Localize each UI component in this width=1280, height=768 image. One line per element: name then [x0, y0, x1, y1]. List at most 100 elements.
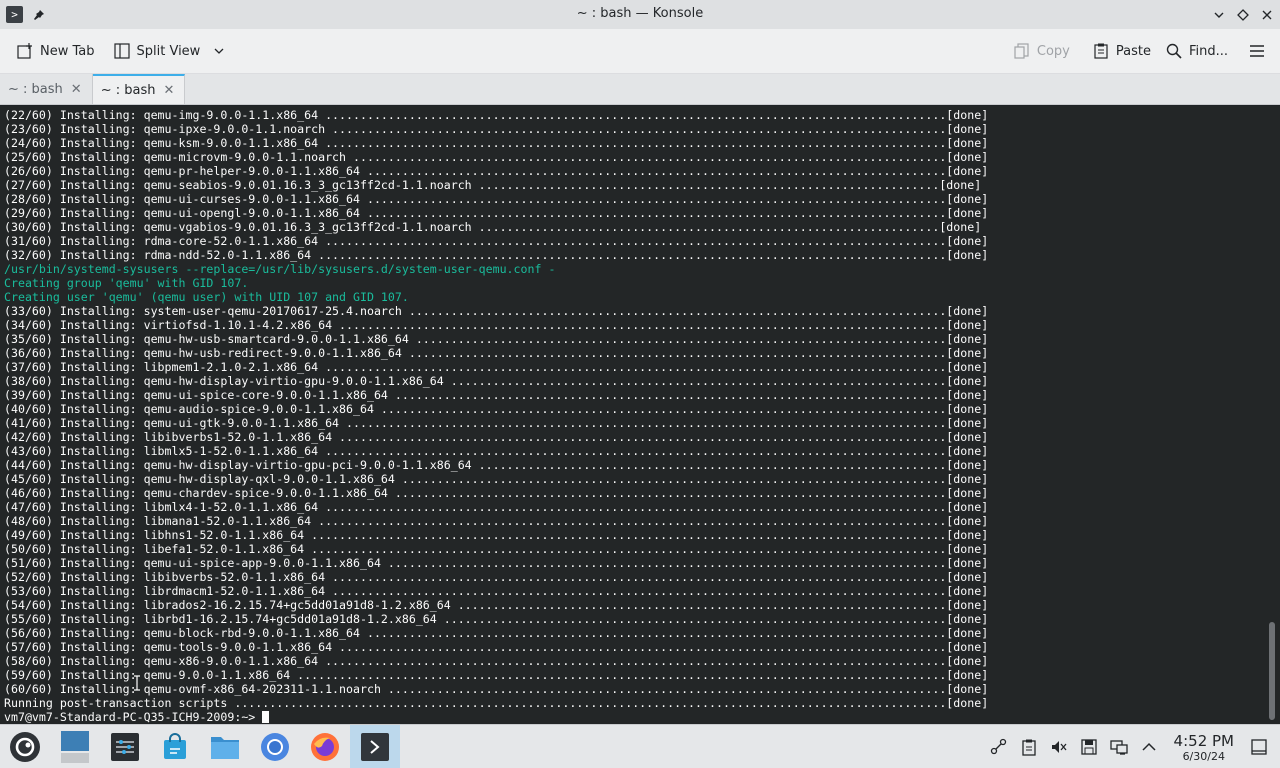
split-view-icon	[113, 43, 130, 59]
minimize-icon[interactable]	[1210, 6, 1228, 24]
copy-button[interactable]: Copy	[1007, 35, 1076, 67]
terminal-line: (50/60) Installing: libefa1-52.0-1.1.x86…	[4, 542, 989, 556]
close-tab-icon[interactable]: ✕	[163, 83, 174, 98]
terminal-line: (33/60) Installing: system-user-qemu-201…	[4, 304, 989, 318]
volume-muted-icon[interactable]	[1048, 736, 1070, 758]
terminal-line: (44/60) Installing: qemu-hw-display-virt…	[4, 458, 989, 472]
terminal-scrollbar[interactable]	[1264, 106, 1278, 724]
terminal-line: (59/60) Installing: qemu-9.0.0-1.1.x86_6…	[4, 668, 989, 682]
window-controls	[1210, 0, 1276, 29]
close-tab-icon[interactable]: ✕	[71, 82, 82, 97]
digital-clock[interactable]: 4:52 PM 6/30/24	[1174, 732, 1234, 763]
terminal-line: (48/60) Installing: libmana1-52.0-1.1.x8…	[4, 514, 989, 528]
network-wired-icon[interactable]	[1108, 736, 1130, 758]
close-icon[interactable]	[1258, 6, 1276, 24]
konsole-app-icon[interactable]: >	[6, 6, 23, 23]
firefox-browser-task[interactable]	[300, 725, 350, 768]
split-view-label: Split View	[136, 43, 201, 59]
new-tab-icon	[17, 43, 32, 59]
terminal-output: (22/60) Installing: qemu-img-9.0.0-1.1.x…	[4, 108, 988, 724]
tab-bash-2[interactable]: ~ : bash ✕	[92, 74, 186, 104]
terminal-line: (43/60) Installing: libmlx5-1-52.0-1.1.x…	[4, 444, 989, 458]
terminal-line: Creating user 'qemu' (qemu user) with UI…	[4, 290, 409, 304]
terminal-line: (52/60) Installing: libibverbs-52.0-1.1.…	[4, 570, 989, 584]
system-settings-task[interactable]	[100, 725, 150, 768]
terminal-line: (40/60) Installing: qemu-audio-spice-9.0…	[4, 402, 989, 416]
terminal-icon	[361, 732, 389, 761]
terminal-line: (60/60) Installing: qemu-ovmf-x86_64-202…	[4, 682, 989, 696]
terminal-line: (32/60) Installing: rdma-ndd-52.0-1.1.x8…	[4, 248, 989, 262]
shell-prompt: vm7@vm7-Standard-PC-Q35-ICH9-2009:~>	[4, 710, 263, 724]
new-tab-label: New Tab	[40, 43, 95, 59]
new-tab-button[interactable]: New Tab	[10, 35, 101, 67]
terminal-line: (24/60) Installing: qemu-ksm-9.0.0-1.1.x…	[4, 136, 989, 150]
terminal-prompt-line[interactable]: vm7@vm7-Standard-PC-Q35-ICH9-2009:~>	[4, 710, 988, 724]
find-label: Find...	[1188, 43, 1228, 59]
split-view-button[interactable]: Split View	[107, 35, 233, 67]
toolbar: New Tab Split View Copy Paste Find...	[0, 29, 1280, 74]
hamburger-menu-button[interactable]	[1242, 35, 1272, 67]
system-tray: 4:52 PM 6/30/24	[988, 725, 1280, 768]
chevron-up-icon[interactable]	[1138, 736, 1160, 758]
show-desktop-task[interactable]	[50, 725, 100, 768]
application-launcher[interactable]	[0, 725, 50, 768]
terminal-line: (49/60) Installing: libhns1-52.0-1.1.x86…	[4, 528, 989, 542]
maximize-icon[interactable]	[1234, 6, 1252, 24]
paste-label: Paste	[1115, 43, 1151, 59]
terminal-line: Running post-transaction scripts .......…	[4, 696, 989, 710]
terminal-line: (31/60) Installing: rdma-core-52.0-1.1.x…	[4, 234, 989, 248]
terminal-cursor	[262, 711, 270, 723]
desktop-icon	[61, 730, 89, 763]
tab-bar: ~ : bash ✕ ~ : bash ✕	[0, 74, 1280, 105]
konsole-task[interactable]	[350, 724, 400, 768]
paste-button[interactable]: Paste	[1086, 35, 1157, 67]
terminal-view[interactable]: (22/60) Installing: qemu-img-9.0.0-1.1.x…	[0, 106, 1280, 724]
clipboard-icon[interactable]	[1018, 736, 1040, 758]
terminal-line: (26/60) Installing: qemu-pr-helper-9.0.0…	[4, 164, 989, 178]
terminal-line: (42/60) Installing: libibverbs1-52.0-1.1…	[4, 430, 989, 444]
peek-desktop-icon[interactable]	[1248, 736, 1270, 758]
terminal-line: (54/60) Installing: librados2-16.2.15.74…	[4, 598, 989, 612]
terminal-line: (34/60) Installing: virtiofsd-1.10.1-4.2…	[4, 318, 989, 332]
settings-icon	[111, 732, 139, 761]
chromium-icon	[261, 732, 289, 761]
text-cursor-icon	[134, 675, 140, 691]
terminal-line: (28/60) Installing: qemu-ui-curses-9.0.0…	[4, 192, 989, 206]
terminal-line: (46/60) Installing: qemu-chardev-spice-9…	[4, 486, 989, 500]
terminal-line: (22/60) Installing: qemu-img-9.0.0-1.1.x…	[4, 108, 989, 122]
terminal-line: (51/60) Installing: qemu-ui-spice-app-9.…	[4, 556, 989, 570]
terminal-line: (23/60) Installing: qemu-ipxe-9.0.0-1.1.…	[4, 122, 989, 136]
disk-storage-icon[interactable]	[1078, 736, 1100, 758]
copy-label: Copy	[1036, 43, 1070, 59]
tab-label: ~ : bash	[100, 82, 156, 98]
terminal-line: (45/60) Installing: qemu-hw-display-qxl-…	[4, 472, 989, 486]
terminal-line: (41/60) Installing: qemu-ui-gtk-9.0.0-1.…	[4, 416, 989, 430]
pin-icon[interactable]	[31, 7, 47, 23]
kdeconnect-icon[interactable]	[988, 736, 1010, 758]
find-button[interactable]: Find...	[1159, 35, 1234, 67]
paste-icon	[1094, 43, 1108, 59]
terminal-line: /usr/bin/systemd-sysusers --replace=/usr…	[4, 262, 556, 276]
discover-store-task[interactable]	[150, 725, 200, 768]
chevron-down-icon	[214, 48, 224, 54]
chromium-browser-task[interactable]	[250, 725, 300, 768]
terminal-line: (47/60) Installing: libmlx4-1-52.0-1.1.x…	[4, 500, 989, 514]
scrollbar-thumb[interactable]	[1269, 622, 1275, 720]
title-bar-left: >	[0, 6, 70, 23]
file-manager-task[interactable]	[200, 725, 250, 768]
clock-date: 6/30/24	[1182, 749, 1225, 763]
terminal-line: (35/60) Installing: qemu-hw-usb-smartcar…	[4, 332, 989, 346]
taskbar: 4:52 PM 6/30/24	[0, 724, 1280, 768]
terminal-line: (39/60) Installing: qemu-ui-spice-core-9…	[4, 388, 989, 402]
folder-icon	[211, 736, 239, 759]
terminal-line: (27/60) Installing: qemu-seabios-9.0.01.…	[4, 178, 982, 192]
clock-time: 4:52 PM	[1173, 731, 1234, 750]
tab-bash-1[interactable]: ~ : bash ✕	[0, 74, 93, 104]
store-bag-icon	[164, 732, 186, 759]
hamburger-menu-icon	[1250, 45, 1264, 57]
terminal-line: (38/60) Installing: qemu-hw-display-virt…	[4, 374, 989, 388]
terminal-line: Creating group 'qemu' with GID 107.	[4, 276, 249, 290]
opensuse-logo-icon	[10, 731, 40, 762]
terminal-line: (56/60) Installing: qemu-block-rbd-9.0.0…	[4, 626, 989, 640]
title-bar: > ~ : bash — Konsole	[0, 0, 1280, 29]
